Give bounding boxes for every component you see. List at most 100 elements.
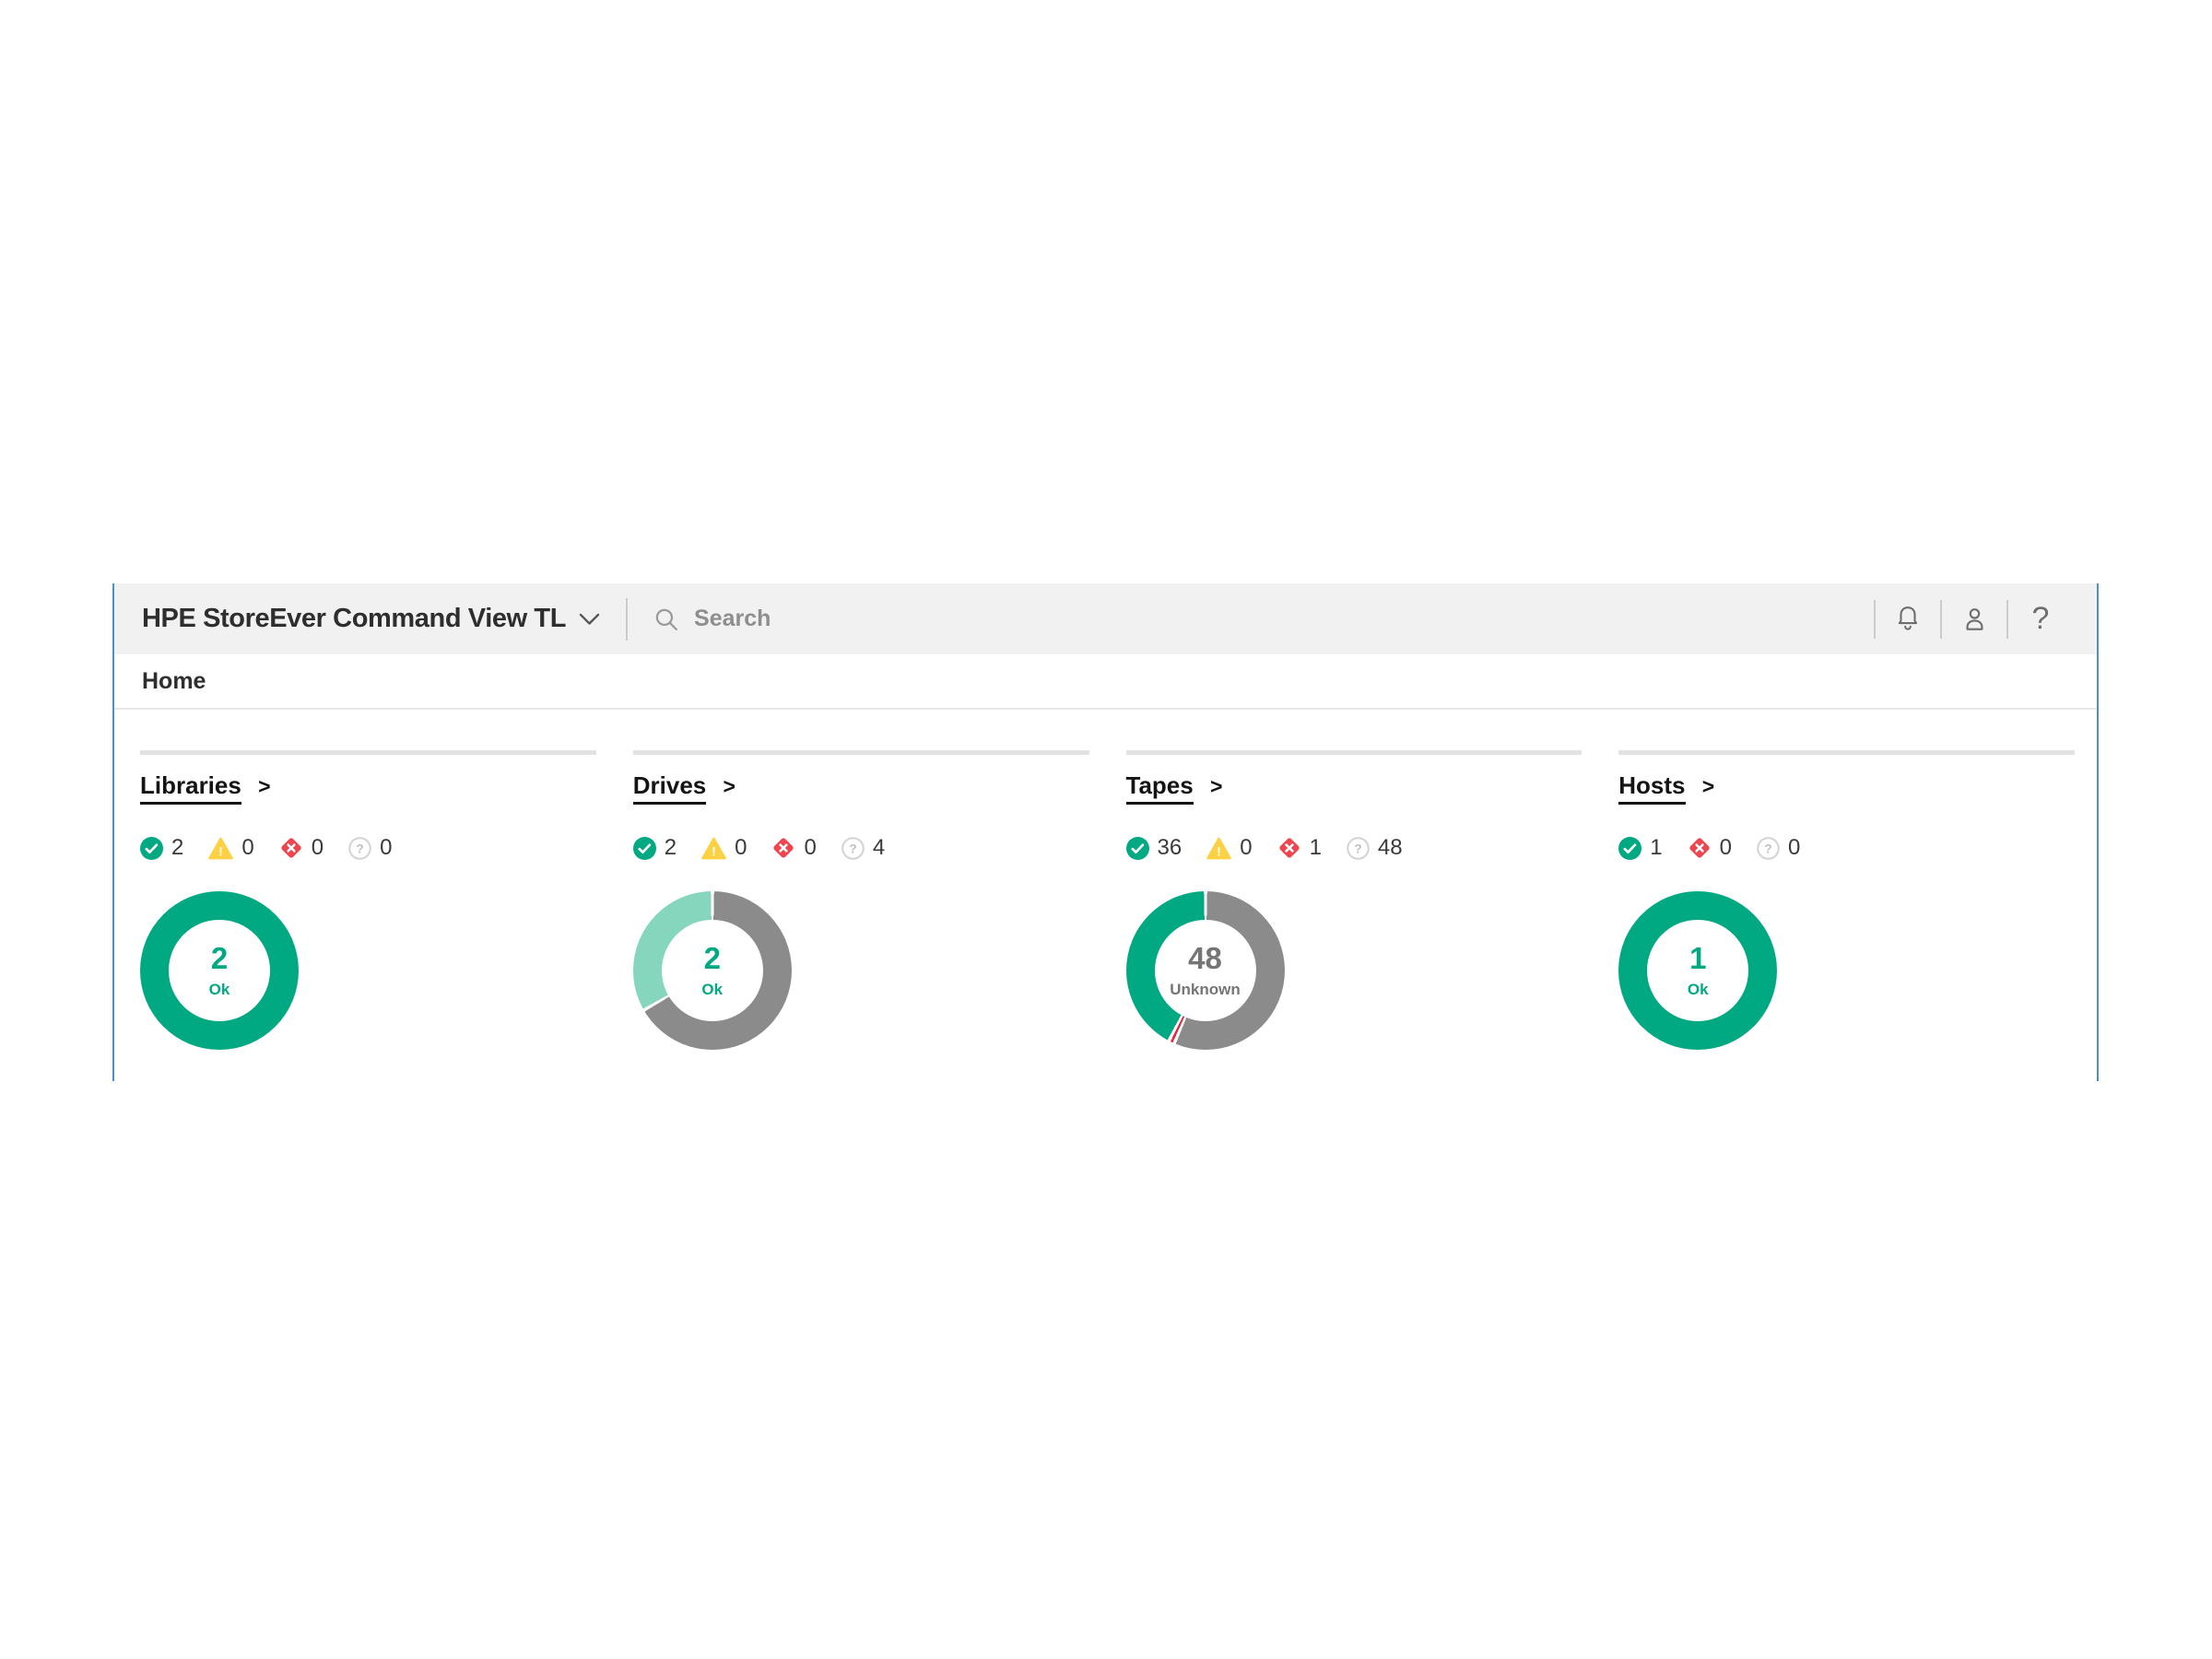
breadcrumb-row: Home [114,654,2097,710]
ok-count: 2 [664,835,677,860]
header-actions: ? [1874,594,2073,645]
donut-center: 2 Ok [169,920,270,1021]
screenshot-canvas: HPE StoreEver Command View TL Search ? H… [0,0,2212,1659]
svg-text:!: ! [1217,844,1221,858]
critical-count: 0 [804,835,817,860]
ok-count: 2 [171,835,184,860]
breadcrumb: Home [142,667,206,694]
panel-title-label: Tapes [1125,771,1194,805]
status-critical: 0 [1688,835,1732,861]
critical-count: 0 [311,835,324,860]
donut-center: 48 Unknown [1154,920,1256,1021]
status-ok: 2 [140,835,183,861]
donut-center-label: Ok [208,980,230,998]
svg-text:?: ? [1764,841,1771,855]
svg-text:?: ? [849,841,856,855]
status-summary-row: 1 0 ? 0 [1618,835,2075,861]
chevron-down-icon [579,613,600,626]
panel-title-label: Drives [632,771,707,805]
warning-status-icon: ! [208,837,234,860]
status-critical: 0 [771,835,817,861]
warning-status-icon: ! [701,837,726,860]
ok-status-icon [1618,836,1642,860]
app-header: HPE StoreEver Command View TL Search ? [114,583,2097,654]
unknown-count: 48 [1377,835,1403,860]
donut-center-value: 1 [1689,940,1707,975]
link-arrow: > [1209,774,1223,798]
hosts-link[interactable]: Hosts > [1618,771,1715,805]
panel-title-label: Libraries [140,771,241,805]
critical-status-icon [771,836,795,860]
header-divider [626,597,629,641]
donut-center-label: Ok [1687,980,1709,998]
status-unknown: ? 4 [841,835,885,861]
donut-center-label: Unknown [1170,980,1241,998]
ok-status-icon [140,836,163,860]
ok-count: 1 [1650,835,1663,860]
donut-chart-wrap: 2 Ok [632,891,1089,1050]
status-unknown: ? 0 [1757,835,1800,861]
libraries-donut-chart: 2 Ok [140,891,299,1050]
question-mark-icon: ? [2031,601,2050,636]
warning-count: 0 [241,835,254,860]
help-button[interactable]: ? [2008,594,2073,645]
svg-text:!: ! [712,844,716,858]
critical-status-icon [1688,836,1712,860]
link-arrow: > [1701,774,1715,798]
status-warning: ! 0 [1206,835,1253,861]
status-summary-row: 2 ! 0 0 [632,835,1089,861]
donut-chart-wrap: 48 Unknown [1125,891,1583,1050]
unknown-status-icon: ? [841,836,865,860]
status-critical: 0 [279,835,324,861]
search-icon [653,606,679,632]
svg-text:?: ? [356,841,363,855]
panel-hosts: Hosts > 1 0 ? 0 1 Ok [1618,750,2075,1050]
panel-title-label: Hosts [1618,771,1686,805]
link-arrow: > [723,774,735,798]
dashboard-panels: Libraries > 2 ! 0 0 ? 0 2 Ok Drives > 2 … [114,710,2097,1050]
donut-center-value: 2 [210,940,229,975]
search-input[interactable] [692,605,1084,633]
ok-count: 36 [1157,835,1182,860]
status-summary-row: 2 ! 0 0 [140,835,596,861]
tapes-donut-chart: 48 Unknown [1125,891,1285,1050]
drives-link[interactable]: Drives > [632,771,735,805]
donut-center-value: 48 [1188,940,1222,975]
unknown-status-icon: ? [1757,836,1780,860]
donut-center: 1 Ok [1647,920,1749,1021]
svg-text:!: ! [219,844,224,858]
critical-status-icon [279,836,303,860]
status-critical: 1 [1277,835,1322,861]
notifications-button[interactable] [1876,594,1940,645]
tapes-link[interactable]: Tapes > [1125,771,1223,805]
ok-status-icon [1125,836,1149,860]
app-menu-trigger[interactable]: HPE StoreEver Command View TL [142,604,600,634]
donut-chart-wrap: 1 Ok [1618,891,2075,1050]
status-ok: 1 [1618,835,1663,861]
status-ok: 36 [1125,835,1182,861]
libraries-link[interactable]: Libraries > [140,771,271,805]
donut-center: 2 Ok [661,920,763,1021]
status-warning: ! 0 [208,835,254,861]
panel-tapes: Tapes > 36 ! 0 1 ? 48 48 Unknown [1125,750,1583,1050]
status-unknown: ? 48 [1347,835,1403,861]
panel-libraries: Libraries > 2 ! 0 0 ? 0 2 Ok [140,750,596,1050]
user-button[interactable] [1942,594,2006,645]
critical-count: 1 [1309,835,1322,860]
unknown-count: 4 [872,835,886,860]
donut-center-label: Ok [701,980,724,998]
status-ok: 2 [632,835,677,861]
critical-status-icon [1277,836,1301,860]
ok-status-icon [632,836,656,860]
app-window: HPE StoreEver Command View TL Search ? H… [112,583,2099,1081]
bell-icon [1894,605,1922,634]
status-unknown: ? 0 [348,835,392,861]
hosts-donut-chart: 1 Ok [1618,891,1778,1050]
status-warning: ! 0 [701,835,747,861]
unknown-count: 0 [1787,835,1801,860]
app-title: HPE StoreEver Command View TL [142,604,567,633]
warning-count: 0 [1240,835,1253,860]
warning-count: 0 [735,835,747,860]
unknown-status-icon: ? [348,836,371,860]
status-summary-row: 36 ! 0 1 ? 48 [1125,835,1583,861]
